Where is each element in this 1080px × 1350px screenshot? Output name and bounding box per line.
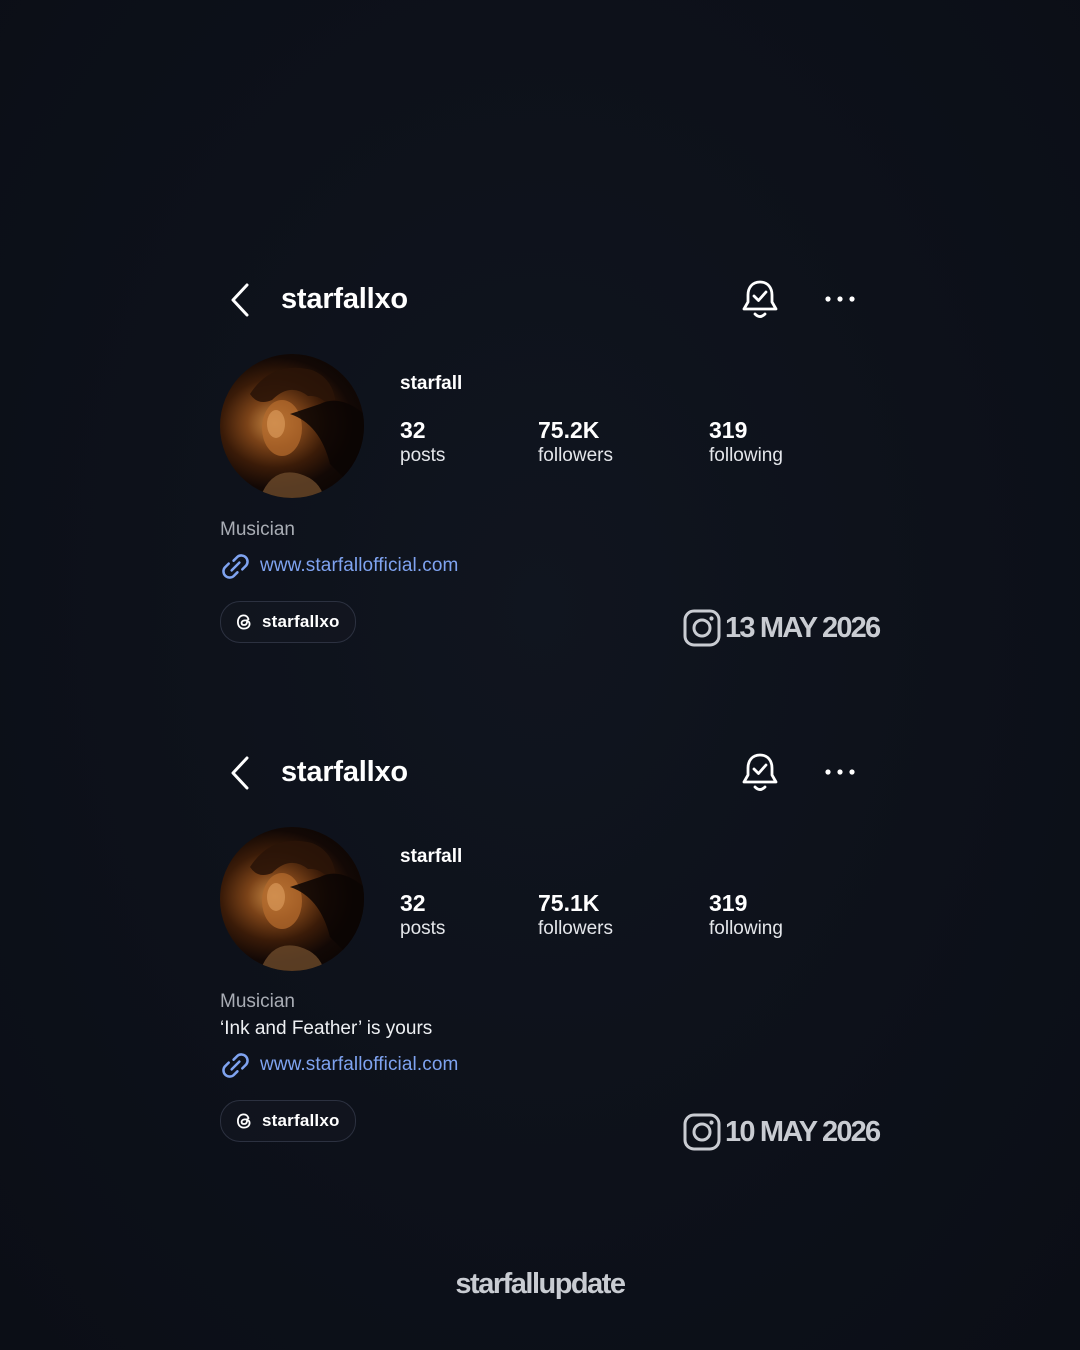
threads-icon (237, 1113, 251, 1129)
snapshot-date: 10 MAY 2026 (725, 1115, 881, 1148)
profile-category: Musician (220, 991, 295, 1012)
link-icon (222, 553, 249, 579)
stat-following[interactable]: 319 following (709, 416, 783, 469)
avatar-image (250, 367, 364, 498)
avatar-image (250, 840, 364, 971)
link-icon (222, 1052, 249, 1078)
profile-snapshot-2: starfallxo starfall 32 posts 75.1K follo… (0, 743, 1080, 1173)
stat-posts[interactable]: 32 posts (400, 889, 445, 942)
snapshot-date: 13 MAY 2026 (725, 611, 881, 644)
profile-username-header: starfallxo (281, 756, 408, 788)
avatar[interactable] (220, 827, 364, 971)
avatar[interactable] (220, 354, 364, 498)
followers-count: 75.2K (538, 417, 600, 443)
profile-link[interactable]: www.starfallofficial.com (220, 1050, 458, 1080)
instagram-icon (683, 609, 721, 647)
instagram-icon (683, 1113, 721, 1151)
date-stamp: 10 MAY 2026 (682, 1112, 881, 1152)
threads-icon (237, 614, 251, 630)
bell-check-icon[interactable] (740, 278, 780, 320)
profile-category: Musician (220, 519, 295, 540)
stat-following[interactable]: 319 following (709, 889, 783, 942)
date-stamp: 13 MAY 2026 (682, 608, 881, 648)
footer-watermark: starfallupdate (455, 1268, 626, 1300)
chevron-left-icon[interactable] (226, 280, 256, 320)
posts-count: 32 (400, 417, 426, 443)
posts-count: 32 (400, 890, 426, 916)
profile-link-text[interactable]: www.starfallofficial.com (260, 1054, 458, 1076)
threads-handle: starfallxo (262, 612, 340, 631)
followers-label: followers (538, 445, 613, 466)
profile-snapshot-1: starfallxo starfall 32 posts 75.2K follo… (0, 270, 1080, 700)
bell-check-icon[interactable] (740, 751, 780, 793)
followers-label: followers (538, 918, 613, 939)
following-label: following (709, 918, 783, 939)
following-label: following (709, 445, 783, 466)
posts-label: posts (400, 918, 446, 939)
more-horizontal-icon[interactable] (822, 761, 858, 783)
stat-followers[interactable]: 75.2K followers (538, 416, 613, 469)
stat-followers[interactable]: 75.1K followers (538, 889, 613, 942)
followers-count: 75.1K (538, 890, 600, 916)
chevron-left-icon[interactable] (226, 753, 256, 793)
posts-label: posts (400, 445, 446, 466)
threads-badge[interactable]: starfallxo (220, 1100, 356, 1142)
more-horizontal-icon[interactable] (822, 288, 858, 310)
following-count: 319 (709, 890, 748, 916)
profile-username-header: starfallxo (281, 283, 408, 315)
profile-bio: ‘Ink and Feather’ is yours (220, 1018, 433, 1039)
following-count: 319 (709, 417, 748, 443)
profile-link[interactable]: www.starfallofficial.com (220, 551, 458, 581)
stat-posts[interactable]: 32 posts (400, 416, 445, 469)
threads-handle: starfallxo (262, 1111, 340, 1130)
threads-badge[interactable]: starfallxo (220, 601, 356, 643)
profile-link-text[interactable]: www.starfallofficial.com (260, 555, 458, 577)
profile-display-name: starfall (400, 373, 463, 394)
profile-display-name: starfall (400, 846, 463, 867)
